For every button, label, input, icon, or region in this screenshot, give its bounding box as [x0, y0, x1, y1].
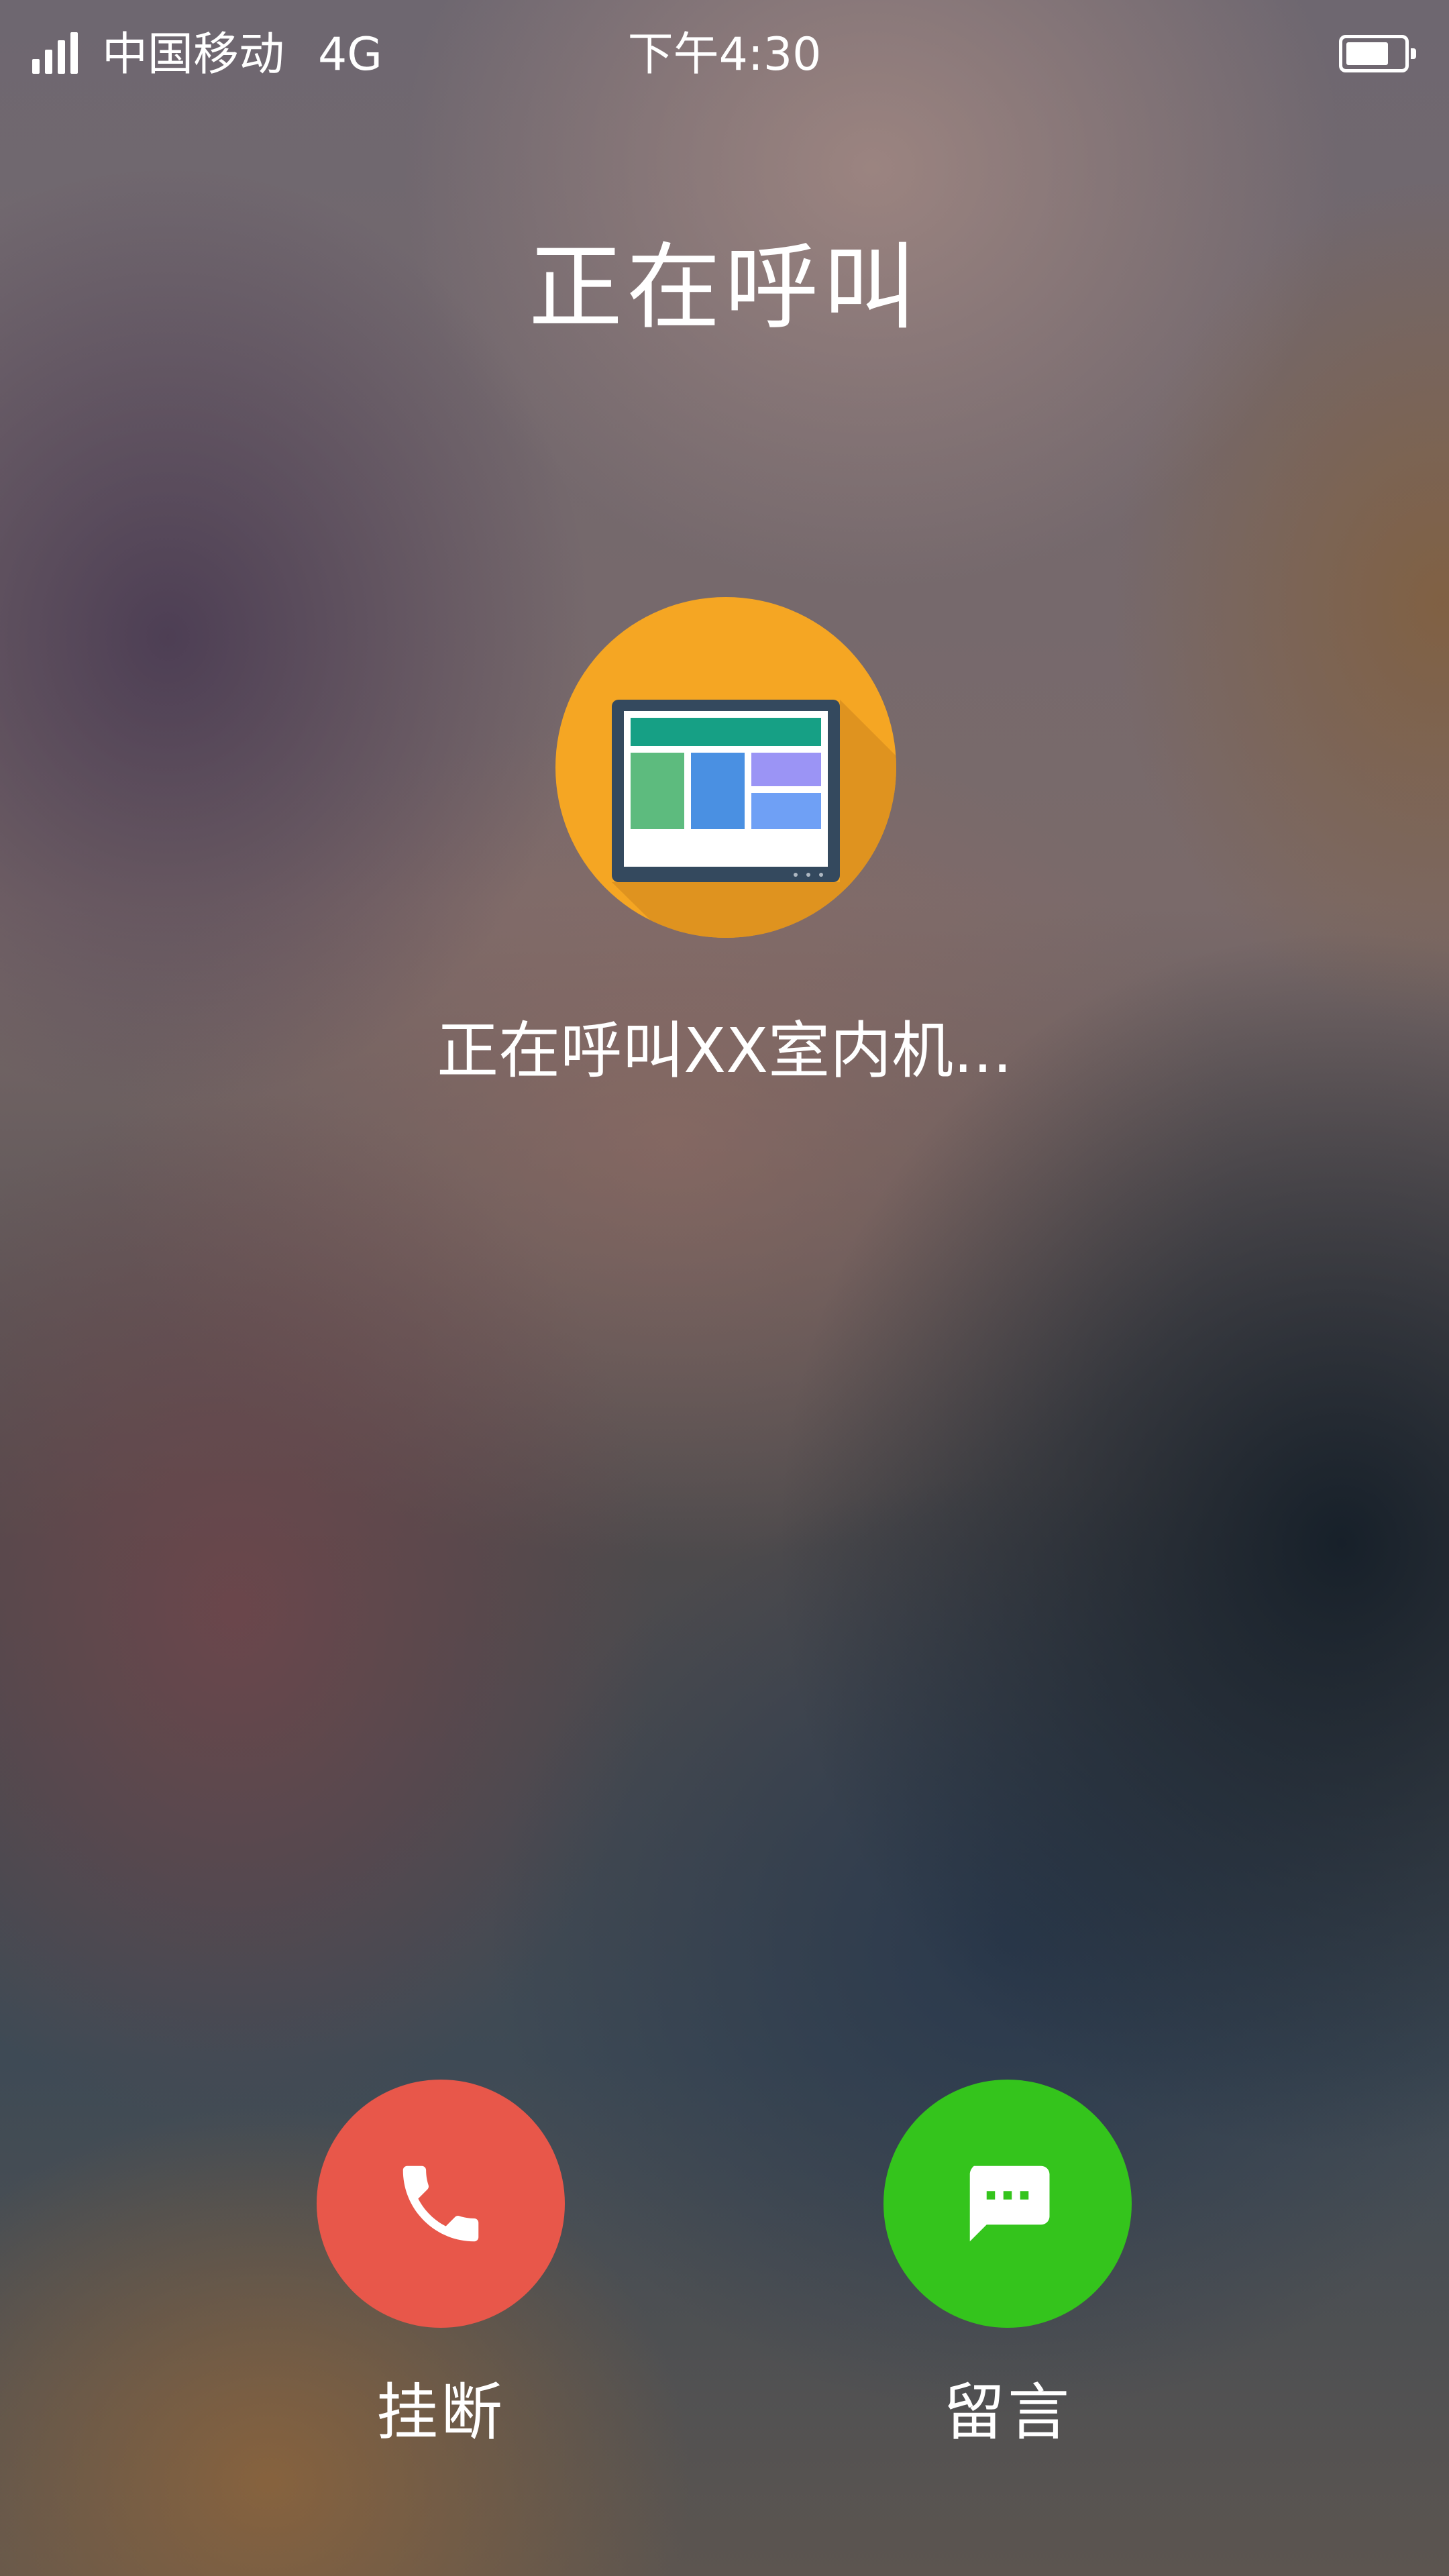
leave-message-label: 留言 [943, 2377, 1072, 2449]
battery-icon [1339, 35, 1416, 72]
indoor-unit-screen-icon [555, 597, 896, 938]
phone-icon [402, 2165, 479, 2242]
hangup-button[interactable]: 挂断 [317, 2080, 565, 2450]
leave-message-button-circle[interactable] [883, 2080, 1132, 2328]
blurred-background [0, 0, 1449, 2576]
hangup-button-circle[interactable] [317, 2080, 565, 2328]
page-title: 正在呼叫 [528, 233, 920, 343]
status-time: 下午4:30 [627, 28, 822, 81]
hangup-label: 挂断 [376, 2377, 505, 2449]
chat-bubble-icon [969, 2165, 1050, 2242]
battery-level-fill [1346, 42, 1388, 65]
calling-status-text: 正在呼叫XX室内机... [437, 1015, 1012, 1087]
status-bar: 中国移动 4G 下午4:30 [0, 0, 1449, 114]
leave-message-button[interactable]: 留言 [883, 2080, 1132, 2450]
